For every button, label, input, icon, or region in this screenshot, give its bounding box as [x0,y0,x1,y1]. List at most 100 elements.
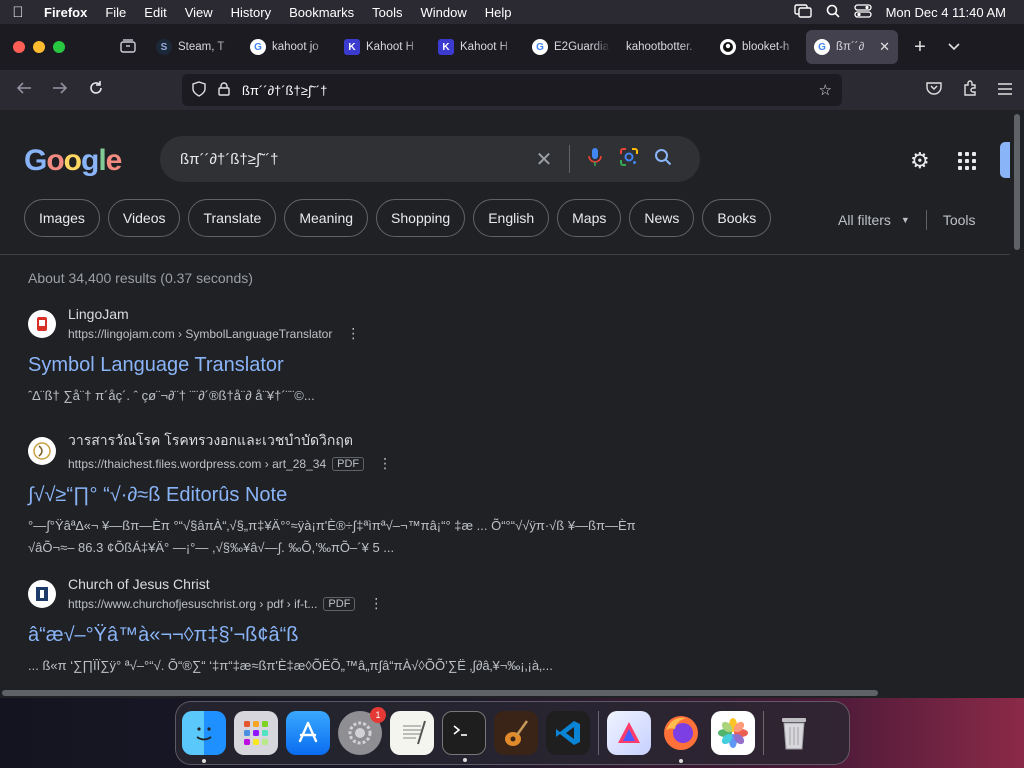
clear-search-icon[interactable]: ✕ [527,147,561,172]
affinity-icon[interactable] [607,711,651,755]
chip-maps[interactable]: Maps [557,199,622,237]
chip-english[interactable]: English [473,199,550,237]
menu-app-firefox[interactable]: Firefox [36,5,96,20]
google-apps-grid-icon[interactable] [958,152,976,170]
back-button[interactable] [6,81,42,100]
tab-active-google-search[interactable]: G ßπ´´∂ ✕ [806,30,898,64]
new-tab-button[interactable]: + [908,36,932,59]
finder-icon[interactable] [182,711,226,763]
chip-meaning[interactable]: Meaning [284,199,369,237]
spotlight-search-icon[interactable] [826,4,840,21]
google-lens-icon[interactable] [612,147,646,172]
bookmark-star-icon[interactable]: ☆ [819,81,832,99]
more-options-icon[interactable]: ⋮ [378,455,392,472]
list-all-tabs-icon[interactable] [948,40,960,54]
search-input[interactable]: ßπ´´∂†´ß†≥∫˜´† [180,151,527,168]
dock-separator [598,711,599,755]
browser-tab-strip: S Steam, T G kahoot jo K Kahoot H K Kaho… [0,24,1024,70]
steam-icon: S [156,39,172,55]
vscode-icon[interactable] [546,711,590,755]
forward-button[interactable] [42,81,78,100]
tab-close-icon[interactable]: ✕ [879,39,890,55]
menu-window[interactable]: Window [412,5,476,20]
menu-view[interactable]: View [176,5,222,20]
chevron-down-icon[interactable]: ▼ [901,215,910,225]
tab-blooket[interactable]: blooket-h [712,30,806,64]
search-submit-icon[interactable] [646,148,680,171]
google-results-page: Google ßπ´´∂†´ß†≥∫˜´† ✕ ⚙ Images Videos … [0,110,1010,688]
macos-dock: 1 [175,701,850,765]
tab-kahoot-hack-2[interactable]: K Kahoot H [430,30,524,64]
tracking-protection-shield-icon[interactable] [192,80,206,100]
control-center-icon[interactable] [853,3,872,21]
search-result: LingoJam https://lingojam.com › SymbolLa… [28,306,648,407]
google-logo[interactable]: Google [24,144,122,178]
system-settings-icon[interactable]: 1 [338,707,386,755]
apple-menu-icon[interactable]:  [0,4,36,21]
reload-button[interactable] [78,80,114,101]
settings-gear-icon[interactable]: ⚙ [910,148,930,174]
trash-icon[interactable] [772,711,816,755]
voice-search-icon[interactable] [578,147,612,172]
google-search-box[interactable]: ßπ´´∂†´ß†≥∫˜´† ✕ [160,136,700,182]
google-icon: G [250,39,266,55]
tab-steam[interactable]: S Steam, T [148,30,242,64]
chip-news[interactable]: News [629,199,695,237]
window-zoom-button[interactable] [53,41,65,53]
tab-label: Steam, T [178,41,225,53]
vertical-scrollbar-thumb[interactable] [1014,114,1020,250]
chip-shopping[interactable]: Shopping [376,199,466,237]
vertical-scrollbar[interactable] [1010,110,1024,688]
address-bar[interactable]: ßπ´´∂†´ß†≥∫˜´† ☆ [182,74,842,106]
app-menu-hamburger-icon[interactable] [998,82,1012,99]
tab-label: Kahoot H [460,41,508,53]
screen-mirroring-icon[interactable] [793,3,812,21]
launchpad-icon[interactable] [234,711,278,755]
photos-icon[interactable] [711,711,755,755]
menu-file[interactable]: File [96,5,135,20]
chip-books[interactable]: Books [702,199,772,237]
lock-icon[interactable] [218,81,230,99]
firefox-view-icon[interactable] [108,38,148,56]
chip-translate[interactable]: Translate [188,199,277,237]
horizontal-scrollbar-thumb[interactable] [2,690,878,696]
more-options-icon[interactable]: ⋮ [346,325,360,342]
menu-history[interactable]: History [222,5,280,20]
result-header[interactable]: Church of Jesus Christ https://www.churc… [28,576,648,612]
tab-label: blooket-h [742,41,790,53]
google-icon: G [814,39,830,55]
tab-label: Kahoot H [366,41,414,53]
terminal-icon[interactable] [442,711,486,762]
pocket-icon[interactable] [926,81,942,99]
account-avatar-edge[interactable] [1000,142,1010,178]
result-title-link[interactable]: ∫√√≥“∏° “√·∂≈ß Editorûs Note [28,484,648,507]
chip-videos[interactable]: Videos [107,199,181,237]
menu-edit[interactable]: Edit [135,5,175,20]
result-header[interactable]: LingoJam https://lingojam.com › SymbolLa… [28,306,648,342]
all-filters-button[interactable]: All filters [838,212,891,228]
result-title-link[interactable]: â“æ√–°Ÿâ™à«¬¬◊π‡§'¬ß¢â“ß [28,624,648,647]
result-title-link[interactable]: Symbol Language Translator [28,354,648,377]
tab-kahoot-hack-1[interactable]: K Kahoot H [336,30,430,64]
tab-kahootbotter[interactable]: kahootbotter. [618,30,712,64]
menu-help[interactable]: Help [476,5,521,20]
tab-kahoot-join[interactable]: G kahoot jo [242,30,336,64]
result-header[interactable]: วารสารวัณโรค โรคทรวงอกและเวชบำบัดวิกฤต h… [28,430,648,472]
window-minimize-button[interactable] [33,41,45,53]
more-options-icon[interactable]: ⋮ [369,595,383,612]
textedit-icon[interactable] [390,711,434,755]
url-text[interactable]: ßπ´´∂†´ß†≥∫˜´† [242,83,327,98]
garageband-icon[interactable] [494,711,538,755]
horizontal-scrollbar[interactable] [0,688,1024,698]
app-store-icon[interactable] [286,711,330,755]
result-site-name: Church of Jesus Christ [68,576,210,592]
tools-button[interactable]: Tools [943,212,976,228]
firefox-icon[interactable] [659,711,703,763]
menu-bookmarks[interactable]: Bookmarks [280,5,363,20]
menu-tools[interactable]: Tools [363,5,411,20]
window-close-button[interactable] [13,41,25,53]
extensions-icon[interactable] [962,80,978,100]
menubar-clock[interactable]: Mon Dec 4 11:40 AM [886,5,1006,20]
tab-e2guardian[interactable]: G E2Guardia [524,30,618,64]
chip-images[interactable]: Images [24,199,100,237]
